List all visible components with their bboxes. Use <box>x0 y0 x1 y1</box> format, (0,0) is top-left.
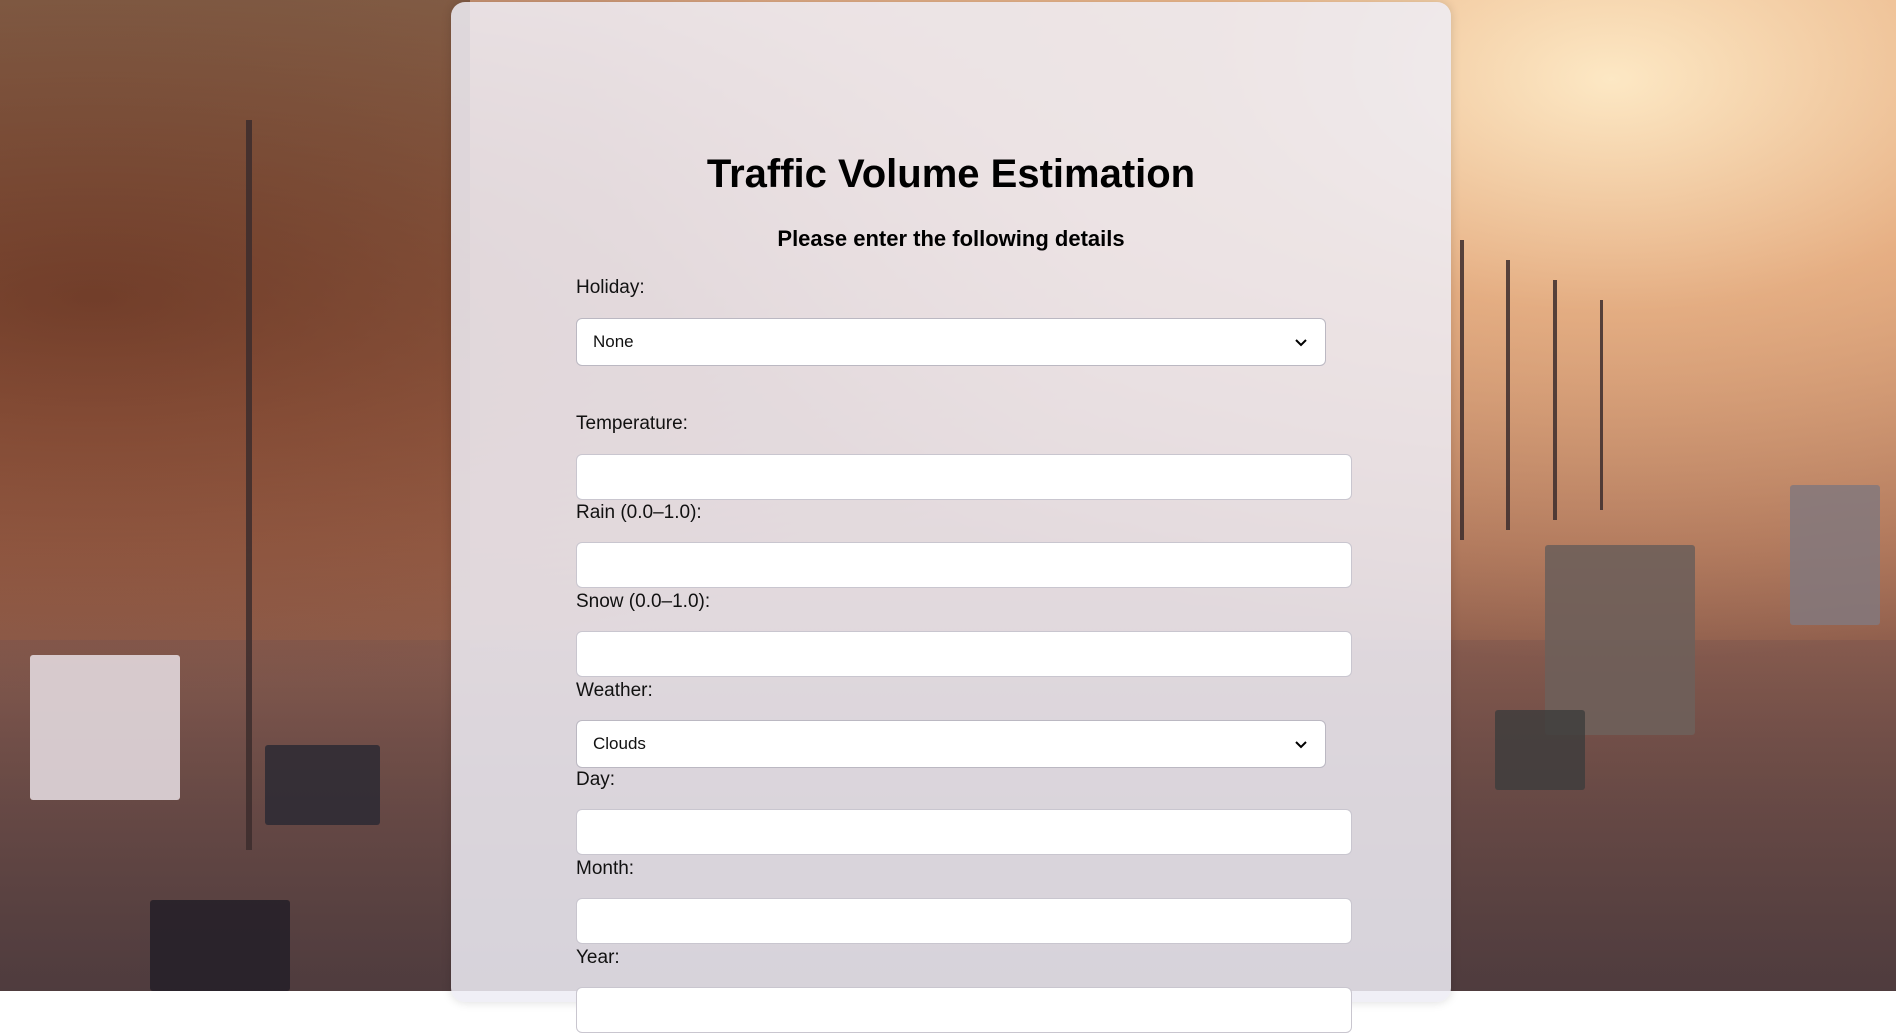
holiday-select[interactable]: None <box>576 318 1326 366</box>
background-trees <box>0 0 470 700</box>
background-street-lamp <box>1460 240 1464 540</box>
form-subtitle: Please enter the following details <box>777 226 1125 251</box>
year-input[interactable] <box>576 987 1352 1033</box>
day-input[interactable] <box>576 809 1352 855</box>
weather-label: Weather: <box>576 680 653 701</box>
month-input[interactable] <box>576 898 1352 944</box>
day-label: Day: <box>576 769 616 790</box>
chevron-down-icon <box>1295 741 1307 749</box>
background-street-lamp <box>1600 300 1603 510</box>
background-car <box>265 745 380 825</box>
snow-label: Snow (0.0–1.0): <box>576 591 711 612</box>
weather-select-value: Clouds <box>593 734 646 753</box>
background-street-lamp <box>246 120 252 850</box>
month-label: Month: <box>576 858 635 879</box>
rain-input[interactable] <box>576 542 1352 588</box>
chevron-down-icon <box>1295 339 1307 347</box>
background-truck <box>1545 545 1695 735</box>
background-truck <box>1790 485 1880 625</box>
rain-label: Rain (0.0–1.0): <box>576 502 702 523</box>
background-street-lamp <box>1506 260 1510 530</box>
holiday-label: Holiday: <box>576 277 645 298</box>
snow-input[interactable] <box>576 631 1352 677</box>
background-car <box>150 900 290 991</box>
holiday-select-value: None <box>593 332 634 351</box>
temperature-input[interactable] <box>576 454 1352 500</box>
background-car <box>1495 710 1585 790</box>
temperature-label: Temperature: <box>576 413 688 434</box>
background-truck <box>30 655 180 800</box>
year-label: Year: <box>576 947 620 968</box>
weather-select[interactable]: Clouds <box>576 720 1326 768</box>
form-card: Traffic Volume Estimation Please enter t… <box>451 2 1451 1033</box>
background-street-lamp <box>1553 280 1557 520</box>
page-title: Traffic Volume Estimation <box>706 152 1196 196</box>
